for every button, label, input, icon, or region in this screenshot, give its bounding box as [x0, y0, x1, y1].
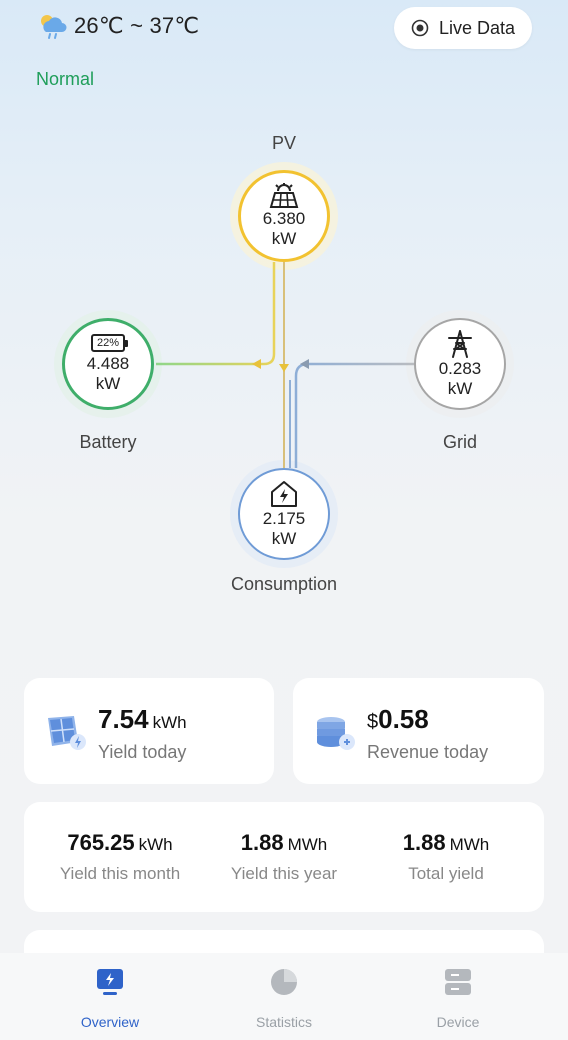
- pv-battery-line: [156, 262, 276, 366]
- yield-today-card[interactable]: 7.54 kWh Yield today: [24, 678, 274, 784]
- total-yield-stat: 1.88 MWh Total yield: [366, 830, 526, 884]
- yield-today-label: Yield today: [98, 742, 187, 762]
- grid-label: Grid: [442, 432, 477, 452]
- battery-label: Battery: [79, 432, 137, 452]
- bottom-tab-bar: Overview Statistics Device: [0, 953, 568, 1040]
- yield-month-unit: kWh: [138, 835, 173, 854]
- house-bolt-icon: [271, 481, 297, 507]
- solar-panel-icon: [48, 716, 86, 750]
- battery-level: 22%: [96, 337, 120, 349]
- power-tower-icon: [448, 330, 472, 358]
- consumption-unit: kW: [271, 529, 297, 548]
- yield-today-value: 7.54: [98, 704, 149, 734]
- total-yield-label: Total yield: [408, 864, 484, 883]
- yield-today-unit: kWh: [152, 713, 187, 732]
- flow-arrow-battery: [252, 359, 261, 369]
- monitor-bolt-icon: [97, 969, 123, 995]
- pie-chart-icon: [271, 969, 297, 995]
- pv-label: PV: [271, 133, 296, 153]
- yield-year-stat: 1.88 MWh Yield this year: [204, 830, 364, 884]
- battery-node[interactable]: 22% 4.488 kW: [62, 318, 154, 410]
- revenue-today-label: Revenue today: [367, 742, 489, 762]
- revenue-today-card[interactable]: $0.58 Revenue today: [293, 678, 544, 784]
- yield-today-value-row: 7.54 kWh: [98, 704, 187, 735]
- grid-value: 0.283: [438, 359, 482, 378]
- pv-value: 6.380: [262, 209, 306, 228]
- grid-unit: kW: [447, 379, 473, 398]
- consumption-label: Consumption: [230, 574, 338, 594]
- tab-statistics[interactable]: Statistics: [214, 967, 354, 1030]
- consumption-value: 2.175: [262, 509, 306, 528]
- revenue-currency: $: [367, 711, 379, 733]
- revenue-today-value: 0.58: [378, 704, 429, 734]
- coins-icon: [317, 717, 355, 750]
- battery-unit: kW: [95, 374, 121, 393]
- pv-unit: kW: [271, 229, 297, 248]
- battery-value: 4.488: [86, 354, 130, 373]
- total-yield-unit: MWh: [449, 835, 490, 854]
- yield-month-value: 765.25: [67, 830, 135, 855]
- revenue-today-value-row: $0.58: [367, 704, 429, 735]
- yield-year-label: Yield this year: [230, 864, 338, 883]
- total-yield-value: 1.88: [402, 830, 446, 855]
- grid-node[interactable]: 0.283 kW: [414, 318, 506, 410]
- server-icon: [445, 969, 471, 995]
- tab-overview-label: Overview: [80, 1014, 140, 1030]
- yield-year-value: 1.88: [240, 830, 284, 855]
- tab-overview[interactable]: Overview: [40, 967, 180, 1030]
- yield-stats-card[interactable]: 765.25 kWh Yield this month 1.88 MWh Yield…: [24, 802, 544, 912]
- consumption-node[interactable]: 2.175 kW: [238, 468, 330, 560]
- tab-device[interactable]: Device: [388, 967, 528, 1030]
- yield-month-stat: 765.25 kWh Yield this month: [40, 830, 200, 884]
- yield-year-unit: MWh: [287, 835, 328, 854]
- yield-month-label: Yield this month: [59, 864, 181, 883]
- flow-arrow-grid: [300, 359, 309, 369]
- tab-statistics-label: Statistics: [255, 1014, 312, 1030]
- tab-device-label: Device: [436, 1014, 480, 1030]
- battery-icon: 22%: [91, 334, 128, 352]
- flow-arrow-consumption: [279, 364, 289, 372]
- solar-panel-icon: [269, 183, 299, 208]
- pv-node[interactable]: 6.380 kW: [238, 170, 330, 262]
